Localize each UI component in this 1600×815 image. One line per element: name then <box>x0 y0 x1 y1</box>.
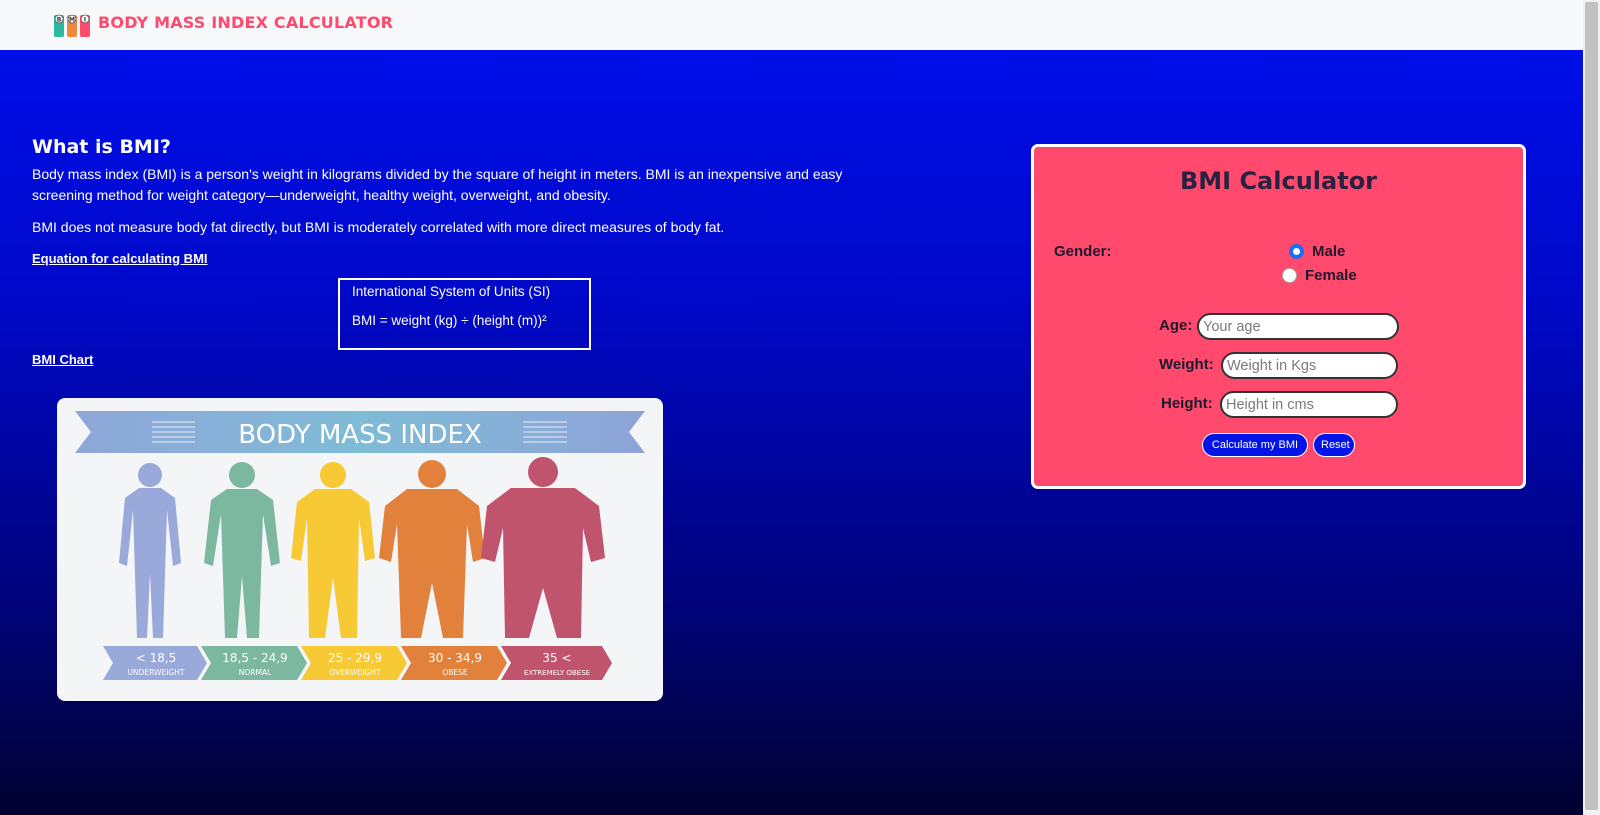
bmi-infographic: BODY MASS INDEX < 18,5 UNDERWEIGHT 18,5 … <box>75 411 645 680</box>
svg-text:B: B <box>57 17 62 24</box>
equation-formula: BMI = weight (kg) ÷ (height (m))² <box>352 313 547 328</box>
cat-range-4: 35 < <box>542 651 571 665</box>
cat-label-0: UNDERWEIGHT <box>128 668 185 677</box>
bmi-calculator-panel: BMI Calculator Gender: Male Female Age: … <box>1031 144 1526 489</box>
banner-title: BODY MASS INDEX <box>238 420 481 450</box>
equation-link[interactable]: Equation for calculating BMI <box>32 251 208 266</box>
navbar: B M I BODY MASS INDEX CALCULATOR <box>0 0 1583 50</box>
silhouette-underweight-icon <box>119 463 181 638</box>
equation-system: International System of Units (SI) <box>352 284 551 299</box>
bmi-info-section: What is BMI? Body mass index (BMI) is a … <box>32 136 882 268</box>
cat-range-3: 30 - 34,9 <box>428 651 482 665</box>
svg-text:I: I <box>84 17 86 24</box>
brand-title[interactable]: BODY MASS INDEX CALCULATOR <box>98 13 393 32</box>
silhouette-obese-icon <box>379 460 485 638</box>
bmi-logo-icon[interactable]: B M I <box>52 11 92 39</box>
weight-label: Weight: <box>1159 356 1214 373</box>
scrollbar-thumb[interactable] <box>1585 2 1598 810</box>
cat-label-4: EXTREMELY OBESE <box>524 669 590 677</box>
female-label: Female <box>1305 267 1357 284</box>
silhouette-extremely-obese-icon <box>481 457 605 638</box>
height-label: Height: <box>1161 395 1213 412</box>
reset-button[interactable]: Reset <box>1313 433 1355 457</box>
calculator-title: BMI Calculator <box>1179 167 1378 195</box>
height-input[interactable] <box>1220 391 1398 418</box>
equation-box: International System of Units (SI) BMI =… <box>338 278 591 350</box>
svg-text:M: M <box>69 17 75 24</box>
gender-option-male[interactable]: Male <box>1289 243 1345 260</box>
age-input[interactable] <box>1197 313 1399 340</box>
female-radio[interactable] <box>1282 268 1297 283</box>
intro-heading: What is BMI? <box>32 136 171 158</box>
gender-label: Gender: <box>1054 243 1112 260</box>
cat-label-2: OVERWEIGHT <box>330 668 381 677</box>
silhouette-normal-icon <box>204 462 280 638</box>
male-label: Male <box>1312 243 1346 260</box>
cat-label-1: NORMAL <box>239 668 272 677</box>
weight-input[interactable] <box>1221 352 1398 379</box>
bmi-chart-image: BODY MASS INDEX < 18,5 UNDERWEIGHT 18,5 … <box>57 398 663 701</box>
calculate-button[interactable]: Calculate my BMI <box>1202 433 1308 457</box>
age-label: Age: <box>1159 317 1193 334</box>
intro-paragraph-1: Body mass index (BMI) is a person's weig… <box>32 166 843 203</box>
male-radio[interactable] <box>1289 244 1304 259</box>
cat-range-1: 18,5 - 24,9 <box>222 651 287 665</box>
cat-label-3: OBESE <box>442 668 468 677</box>
page-scrollbar[interactable] <box>1583 0 1600 815</box>
cat-range-0: < 18,5 <box>136 651 177 665</box>
silhouette-overweight-icon <box>291 462 375 638</box>
bmi-chart-link[interactable]: BMI Chart <box>32 352 93 367</box>
cat-range-2: 25 - 29,9 <box>328 651 382 665</box>
gender-option-female[interactable]: Female <box>1282 267 1357 284</box>
intro-paragraph-2: BMI does not measure body fat directly, … <box>32 219 725 235</box>
